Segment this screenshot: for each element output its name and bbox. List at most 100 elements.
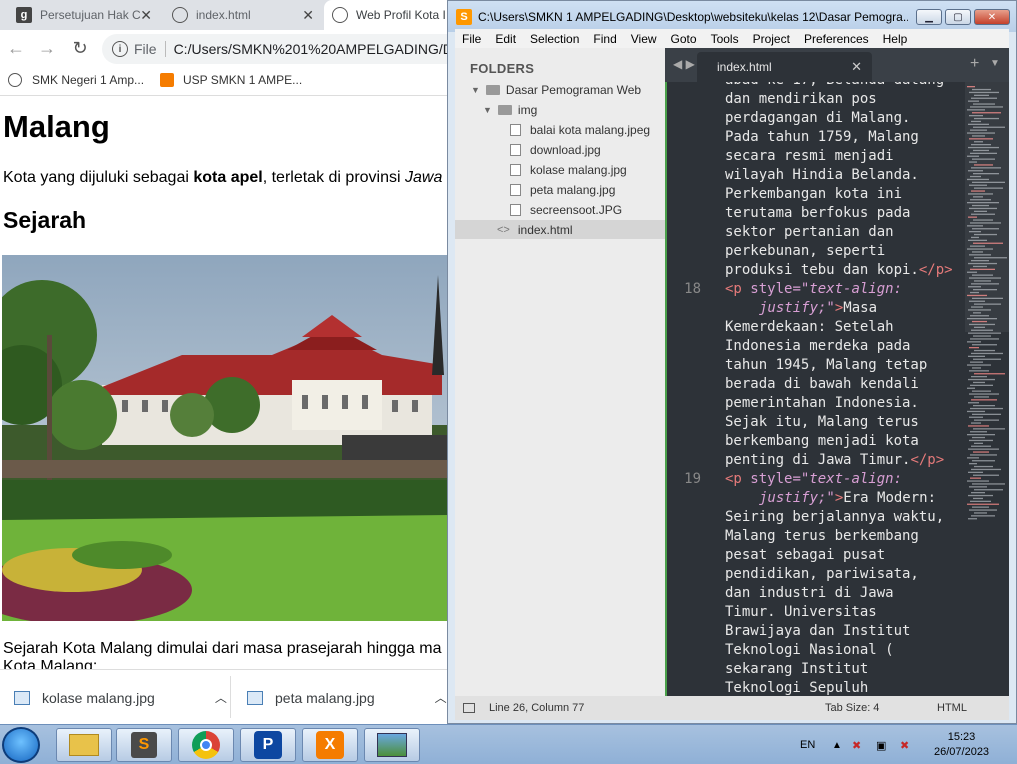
image-file-icon <box>510 184 521 196</box>
menu-help[interactable]: Help <box>876 32 915 46</box>
xampp-icon: X <box>316 731 344 759</box>
new-tab-icon[interactable]: + <box>970 55 979 73</box>
tree-file[interactable]: secreensoot.JPG <box>510 203 622 217</box>
taskbar-photo-viewer[interactable] <box>364 728 420 762</box>
clock[interactable]: 15:23 26/07/2023 <box>934 725 989 764</box>
browser-tab-index[interactable]: index.html ✕ <box>164 0 322 30</box>
menu-goto[interactable]: Goto <box>664 32 704 46</box>
close-icon[interactable]: ✕ <box>851 59 862 75</box>
code-line: perkebunan, seperti <box>725 243 886 259</box>
code-line: <p style="text-align: <box>725 281 903 297</box>
tray-expand-icon[interactable]: ▲ <box>832 725 842 764</box>
code-file-icon: <> <box>497 223 510 236</box>
tree-file[interactable]: kolase malang.jpg <box>510 163 627 177</box>
taskbar-xampp[interactable]: X <box>302 728 358 762</box>
sublime-icon: S <box>131 732 157 758</box>
panel-toggle-icon[interactable] <box>463 703 475 713</box>
triangle-down-icon: ▼ <box>471 85 480 95</box>
section-heading: Sejarah <box>3 207 87 233</box>
tree-file[interactable]: download.jpg <box>510 143 601 157</box>
menu-preferences[interactable]: Preferences <box>797 32 876 46</box>
bookmark-smk-negeri[interactable]: SMK Negeri 1 Amp... <box>8 73 144 87</box>
tab-nav-arrows-icon[interactable]: ◀ ▶ <box>673 57 695 71</box>
code-line: pendidikan, pariwisata, <box>725 566 919 582</box>
code-line: Teknologi Sepuluh <box>725 680 869 696</box>
tree-file-selected[interactable]: <> index.html <box>455 220 665 239</box>
url-text: C:/Users/SMKN%201%20AMPELGADING/De <box>173 41 448 57</box>
menu-file[interactable]: File <box>455 32 488 46</box>
sidebar: FOLDERS ▼ Dasar Pemograman Web ▼ img bal… <box>455 48 665 696</box>
code-line: Perkembangan kota ini <box>725 186 903 202</box>
code-line: Seiring berjalannya waktu, <box>725 509 945 525</box>
reload-icon[interactable]: ↻ <box>70 38 90 59</box>
xampp-icon <box>160 73 174 87</box>
image-file-icon <box>510 204 521 216</box>
folders-header: FOLDERS <box>470 61 535 76</box>
menu-edit[interactable]: Edit <box>488 32 523 46</box>
github-favicon-icon: g <box>16 7 32 23</box>
start-button[interactable] <box>2 727 40 763</box>
tree-file[interactable]: peta malang.jpg <box>510 183 615 197</box>
taskbar-pdf-app[interactable]: P <box>240 728 296 762</box>
editor[interactable]: ◀ ▶ index.html ✕ + ▼ abad ke-17, Belanda… <box>665 48 1009 696</box>
network-status-icon[interactable]: ✖ <box>852 725 861 764</box>
code-line: <p style="text-align: <box>725 471 903 487</box>
menu-selection[interactable]: Selection <box>523 32 586 46</box>
menu-tools[interactable]: Tools <box>704 32 746 46</box>
taskbar-chrome[interactable] <box>178 728 234 762</box>
code-line: Teknologi Nasional ( <box>725 642 894 658</box>
address-bar[interactable]: i File C:/Users/SMKN%201%20AMPELGADING/D… <box>102 34 448 64</box>
chevron-up-icon[interactable]: ︿ <box>215 689 227 706</box>
editor-tab-index[interactable]: index.html ✕ <box>697 52 872 82</box>
code-line: Malang terus berkembang <box>725 528 919 544</box>
code-line: sekarang Institut <box>725 661 869 677</box>
code-line: berada di bawah kendali <box>725 376 919 392</box>
bookmark-usp-smkn[interactable]: USP SMKN 1 AMPE... <box>160 73 302 87</box>
line-number: 18 <box>684 281 701 297</box>
tree-file[interactable]: balai kota malang.jpeg <box>510 123 650 137</box>
close-button[interactable]: ✕ <box>974 9 1010 25</box>
menu-project[interactable]: Project <box>746 32 797 46</box>
triangle-down-icon: ▼ <box>483 105 492 115</box>
minimize-button[interactable]: ▁ <box>916 9 942 25</box>
sublime-logo-icon: S <box>456 8 472 25</box>
code-line: pemerintahan Indonesia. <box>725 395 919 411</box>
code-area[interactable]: abad ke-17, Belanda datangdan mendirikan… <box>665 82 965 696</box>
globe-icon <box>8 73 22 87</box>
taskbar-sublime[interactable]: S <box>116 728 172 762</box>
menu-find[interactable]: Find <box>586 32 623 46</box>
tree-folder-root[interactable]: ▼ Dasar Pemograman Web <box>471 83 641 97</box>
tree-folder-img[interactable]: ▼ img <box>483 103 537 117</box>
taskbar-explorer[interactable] <box>56 728 112 762</box>
code-line: wilayah Hindia Belanda. <box>725 167 919 183</box>
menu-view[interactable]: View <box>624 32 664 46</box>
info-icon[interactable]: i <box>112 41 128 57</box>
chrome-icon <box>192 731 220 759</box>
code-line: Brawijaya dan Institut <box>725 623 911 639</box>
chevron-up-icon[interactable]: ︿ <box>435 689 447 706</box>
browser-tab-persetujuan[interactable]: g Persetujuan Hak C ✕ <box>8 0 160 30</box>
menu-bar: File Edit Selection Find View Goto Tools… <box>455 29 1009 48</box>
volume-muted-icon[interactable]: ✖ <box>900 725 909 764</box>
sublime-title-bar: S C:\Users\SMKN 1 AMPELGADING\Desktop\we… <box>448 1 1016 32</box>
maximize-button[interactable]: ▢ <box>945 9 971 25</box>
code-line: Kemerdekaan: Setelah <box>725 319 894 335</box>
history-paragraph: Sejarah Kota Malang dimulai dari masa pr… <box>3 640 442 669</box>
code-line: penting di Jawa Timur.</p> <box>725 452 945 468</box>
chevron-down-icon[interactable]: ▼ <box>990 58 1000 69</box>
code-line: pesat sebagai pusat <box>725 547 886 563</box>
minimap[interactable] <box>965 82 1009 696</box>
network-icon[interactable]: ▣ <box>876 725 886 764</box>
tab-close-icon[interactable]: ✕ <box>302 7 314 24</box>
download-item[interactable]: peta malang.jpg ︿ <box>247 670 447 724</box>
code-line: produksi tebu dan kopi.</p> <box>725 262 953 278</box>
browser-tab-web-profil[interactable]: Web Profil Kota I <box>324 0 448 30</box>
tab-close-icon[interactable]: ✕ <box>140 7 152 24</box>
download-item[interactable]: kolase malang.jpg ︿ <box>14 670 227 724</box>
language-indicator[interactable]: EN <box>800 725 815 764</box>
sublime-window: S C:\Users\SMKN 1 AMPELGADING\Desktop\we… <box>447 0 1017 724</box>
back-arrow-icon[interactable]: ← <box>6 38 26 59</box>
code-line: berkembang menjadi kota <box>725 433 919 449</box>
forward-arrow-icon[interactable]: → <box>37 38 57 59</box>
web-page: Malang Kota yang dijuluki sebagai kota a… <box>0 97 448 669</box>
